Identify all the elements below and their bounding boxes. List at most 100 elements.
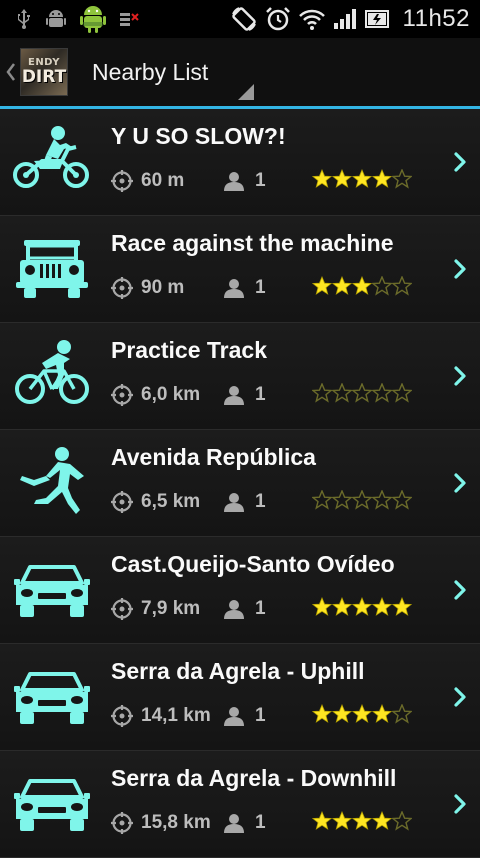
star-filled-icon	[372, 597, 392, 616]
track-row[interactable]: Practice Track 6,0 km 1	[0, 323, 480, 430]
star-empty-icon	[372, 383, 392, 403]
track-distance: 60 m	[141, 170, 185, 191]
app-logo[interactable]: ENDY DIRT	[20, 48, 68, 96]
star-empty-icon	[312, 490, 332, 510]
track-user-count: 1	[255, 277, 266, 298]
track-title: Practice Track	[111, 337, 268, 363]
distance-icon	[111, 170, 133, 192]
track-meta: 15,8 km 1	[111, 809, 287, 837]
user-icon	[224, 814, 244, 833]
status-bar: 11h52	[0, 0, 480, 38]
distance-icon	[111, 384, 133, 406]
user-icon	[224, 600, 244, 619]
android-app-icon	[80, 0, 106, 38]
star-filled-icon	[332, 169, 352, 188]
star-filled-icon	[352, 169, 372, 188]
track-title: Y U SO SLOW?!	[111, 123, 286, 149]
star-empty-icon	[372, 490, 392, 510]
star-filled-icon	[312, 704, 332, 723]
star-filled-icon	[372, 169, 392, 188]
no-signal-icon	[120, 0, 140, 38]
user-icon	[224, 707, 244, 726]
user-icon	[224, 386, 244, 405]
star-filled-icon	[392, 597, 412, 616]
bicycle-icon	[12, 339, 92, 409]
car-icon	[12, 660, 92, 730]
track-distance: 15,8 km	[141, 812, 211, 833]
track-user-count: 1	[255, 491, 266, 512]
track-meta: 90 m 1	[111, 274, 287, 302]
chevron-right-icon	[454, 687, 466, 707]
clock-time: 11h52	[402, 5, 470, 32]
star-empty-icon	[392, 169, 412, 189]
rotation-lock-icon	[231, 0, 257, 38]
track-row[interactable]: Avenida República 6,5 km 1	[0, 430, 480, 537]
track-row[interactable]: Y U SO SLOW?! 60 m 1	[0, 109, 480, 216]
rating-stars	[312, 811, 412, 831]
track-list: Y U SO SLOW?! 60 m 1 Race against the ma…	[0, 109, 480, 858]
navigation-spinner[interactable]: Nearby List	[92, 38, 255, 106]
usb-icon	[16, 0, 32, 38]
user-icon	[224, 172, 244, 191]
star-filled-icon	[332, 276, 352, 295]
track-meta: 7,9 km 1	[111, 595, 287, 623]
star-filled-icon	[312, 597, 332, 616]
chevron-right-icon	[454, 366, 466, 386]
star-filled-icon	[312, 169, 332, 188]
star-empty-icon	[392, 490, 412, 510]
track-row[interactable]: Serra da Agrela - Downhill 15,8 km 1	[0, 751, 480, 858]
track-row[interactable]: Serra da Agrela - Uphill 14,1 km 1	[0, 644, 480, 751]
chevron-right-icon	[454, 152, 466, 172]
star-empty-icon	[312, 383, 332, 403]
star-empty-icon	[332, 490, 352, 510]
star-filled-icon	[352, 597, 372, 616]
action-bar: ENDY DIRT Nearby List	[0, 38, 480, 106]
track-meta: 6,5 km 1	[111, 488, 287, 516]
star-empty-icon	[352, 383, 372, 403]
track-distance: 14,1 km	[141, 705, 211, 726]
motorcycle-icon	[12, 125, 92, 195]
track-distance: 90 m	[141, 277, 185, 298]
star-filled-icon	[372, 811, 392, 830]
star-filled-icon	[352, 704, 372, 723]
alarm-icon	[265, 0, 291, 38]
track-title: Cast.Queijo-Santo Ovídeo	[111, 551, 395, 577]
chevron-right-icon	[454, 259, 466, 279]
distance-icon	[111, 598, 133, 620]
track-distance: 6,5 km	[141, 491, 201, 512]
star-empty-icon	[372, 276, 392, 296]
rating-stars	[312, 490, 412, 510]
track-row[interactable]: Race against the machine 90 m 1	[0, 216, 480, 323]
star-empty-icon	[392, 383, 412, 403]
star-empty-icon	[392, 276, 412, 296]
rating-stars	[312, 169, 412, 189]
track-title: Serra da Agrela - Uphill	[111, 658, 365, 684]
track-user-count: 1	[255, 598, 266, 619]
track-user-count: 1	[255, 170, 266, 191]
user-icon	[224, 279, 244, 298]
back-chevron-icon[interactable]	[4, 38, 18, 106]
track-user-count: 1	[255, 384, 266, 405]
star-filled-icon	[312, 811, 332, 830]
chevron-right-icon	[454, 473, 466, 493]
track-title: Race against the machine	[111, 230, 394, 256]
distance-icon	[111, 705, 133, 727]
logo-bottom-text: DIRT	[21, 67, 67, 87]
distance-icon	[111, 491, 133, 513]
distance-icon	[111, 812, 133, 834]
star-empty-icon	[392, 704, 412, 724]
star-empty-icon	[392, 811, 412, 831]
chevron-right-icon	[454, 794, 466, 814]
track-row[interactable]: Cast.Queijo-Santo Ovídeo 7,9 km 1	[0, 537, 480, 644]
rating-stars	[312, 276, 412, 296]
star-filled-icon	[332, 597, 352, 616]
rating-stars	[312, 597, 412, 617]
spinner-dropdown-icon	[238, 84, 255, 100]
track-meta: 60 m 1	[111, 167, 287, 195]
distance-icon	[111, 277, 133, 299]
signal-strength-icon	[333, 0, 357, 38]
battery-charging-icon	[364, 0, 391, 38]
runner-icon	[12, 446, 92, 516]
car-icon	[12, 553, 92, 623]
star-filled-icon	[352, 811, 372, 830]
